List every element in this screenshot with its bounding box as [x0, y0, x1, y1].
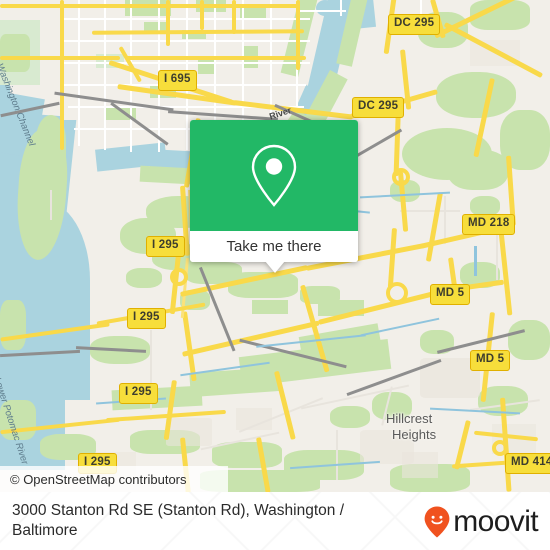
highway-shield-md414: MD 414: [505, 453, 550, 474]
highway-shield-dc295-south: DC 295: [352, 97, 405, 118]
highway-shield-i695: I 695: [158, 70, 197, 91]
osm-attribution[interactable]: © OpenStreetMap contributors: [0, 466, 228, 492]
highway-shield-i295-a: I 295: [146, 236, 185, 257]
highway-shield-md5-a: MD 5: [430, 284, 471, 305]
take-me-there-button[interactable]: Take me there: [190, 231, 358, 262]
callout-tail: [265, 261, 285, 273]
highway-shield-dc295-north: DC 295: [388, 14, 441, 35]
address-label: 3000 Stanton Rd SE (Stanton Rd), Washing…: [12, 502, 345, 540]
location-callout[interactable]: Take me there: [190, 120, 358, 273]
callout-body: Take me there: [190, 120, 358, 262]
highway-shield-i295-b: I 295: [127, 308, 166, 329]
map-pin-icon: [251, 144, 297, 207]
footer-bar: 3000 Stanton Rd SE (Stanton Rd), Washing…: [0, 492, 550, 550]
map-canvas[interactable]: Washington Channel Lower Potomac River R…: [0, 0, 550, 492]
map-page: Washington Channel Lower Potomac River R…: [0, 0, 550, 550]
highway-shield-md5-b: MD 5: [470, 350, 511, 371]
moovit-logo[interactable]: moovit: [424, 505, 539, 538]
highway-shield-i295-c: I 295: [119, 383, 158, 404]
callout-image-area: [190, 120, 358, 231]
moovit-wordmark: moovit: [453, 505, 538, 538]
moovit-smiley-pin-icon: [424, 506, 450, 538]
highway-shield-md218: MD 218: [462, 214, 516, 235]
